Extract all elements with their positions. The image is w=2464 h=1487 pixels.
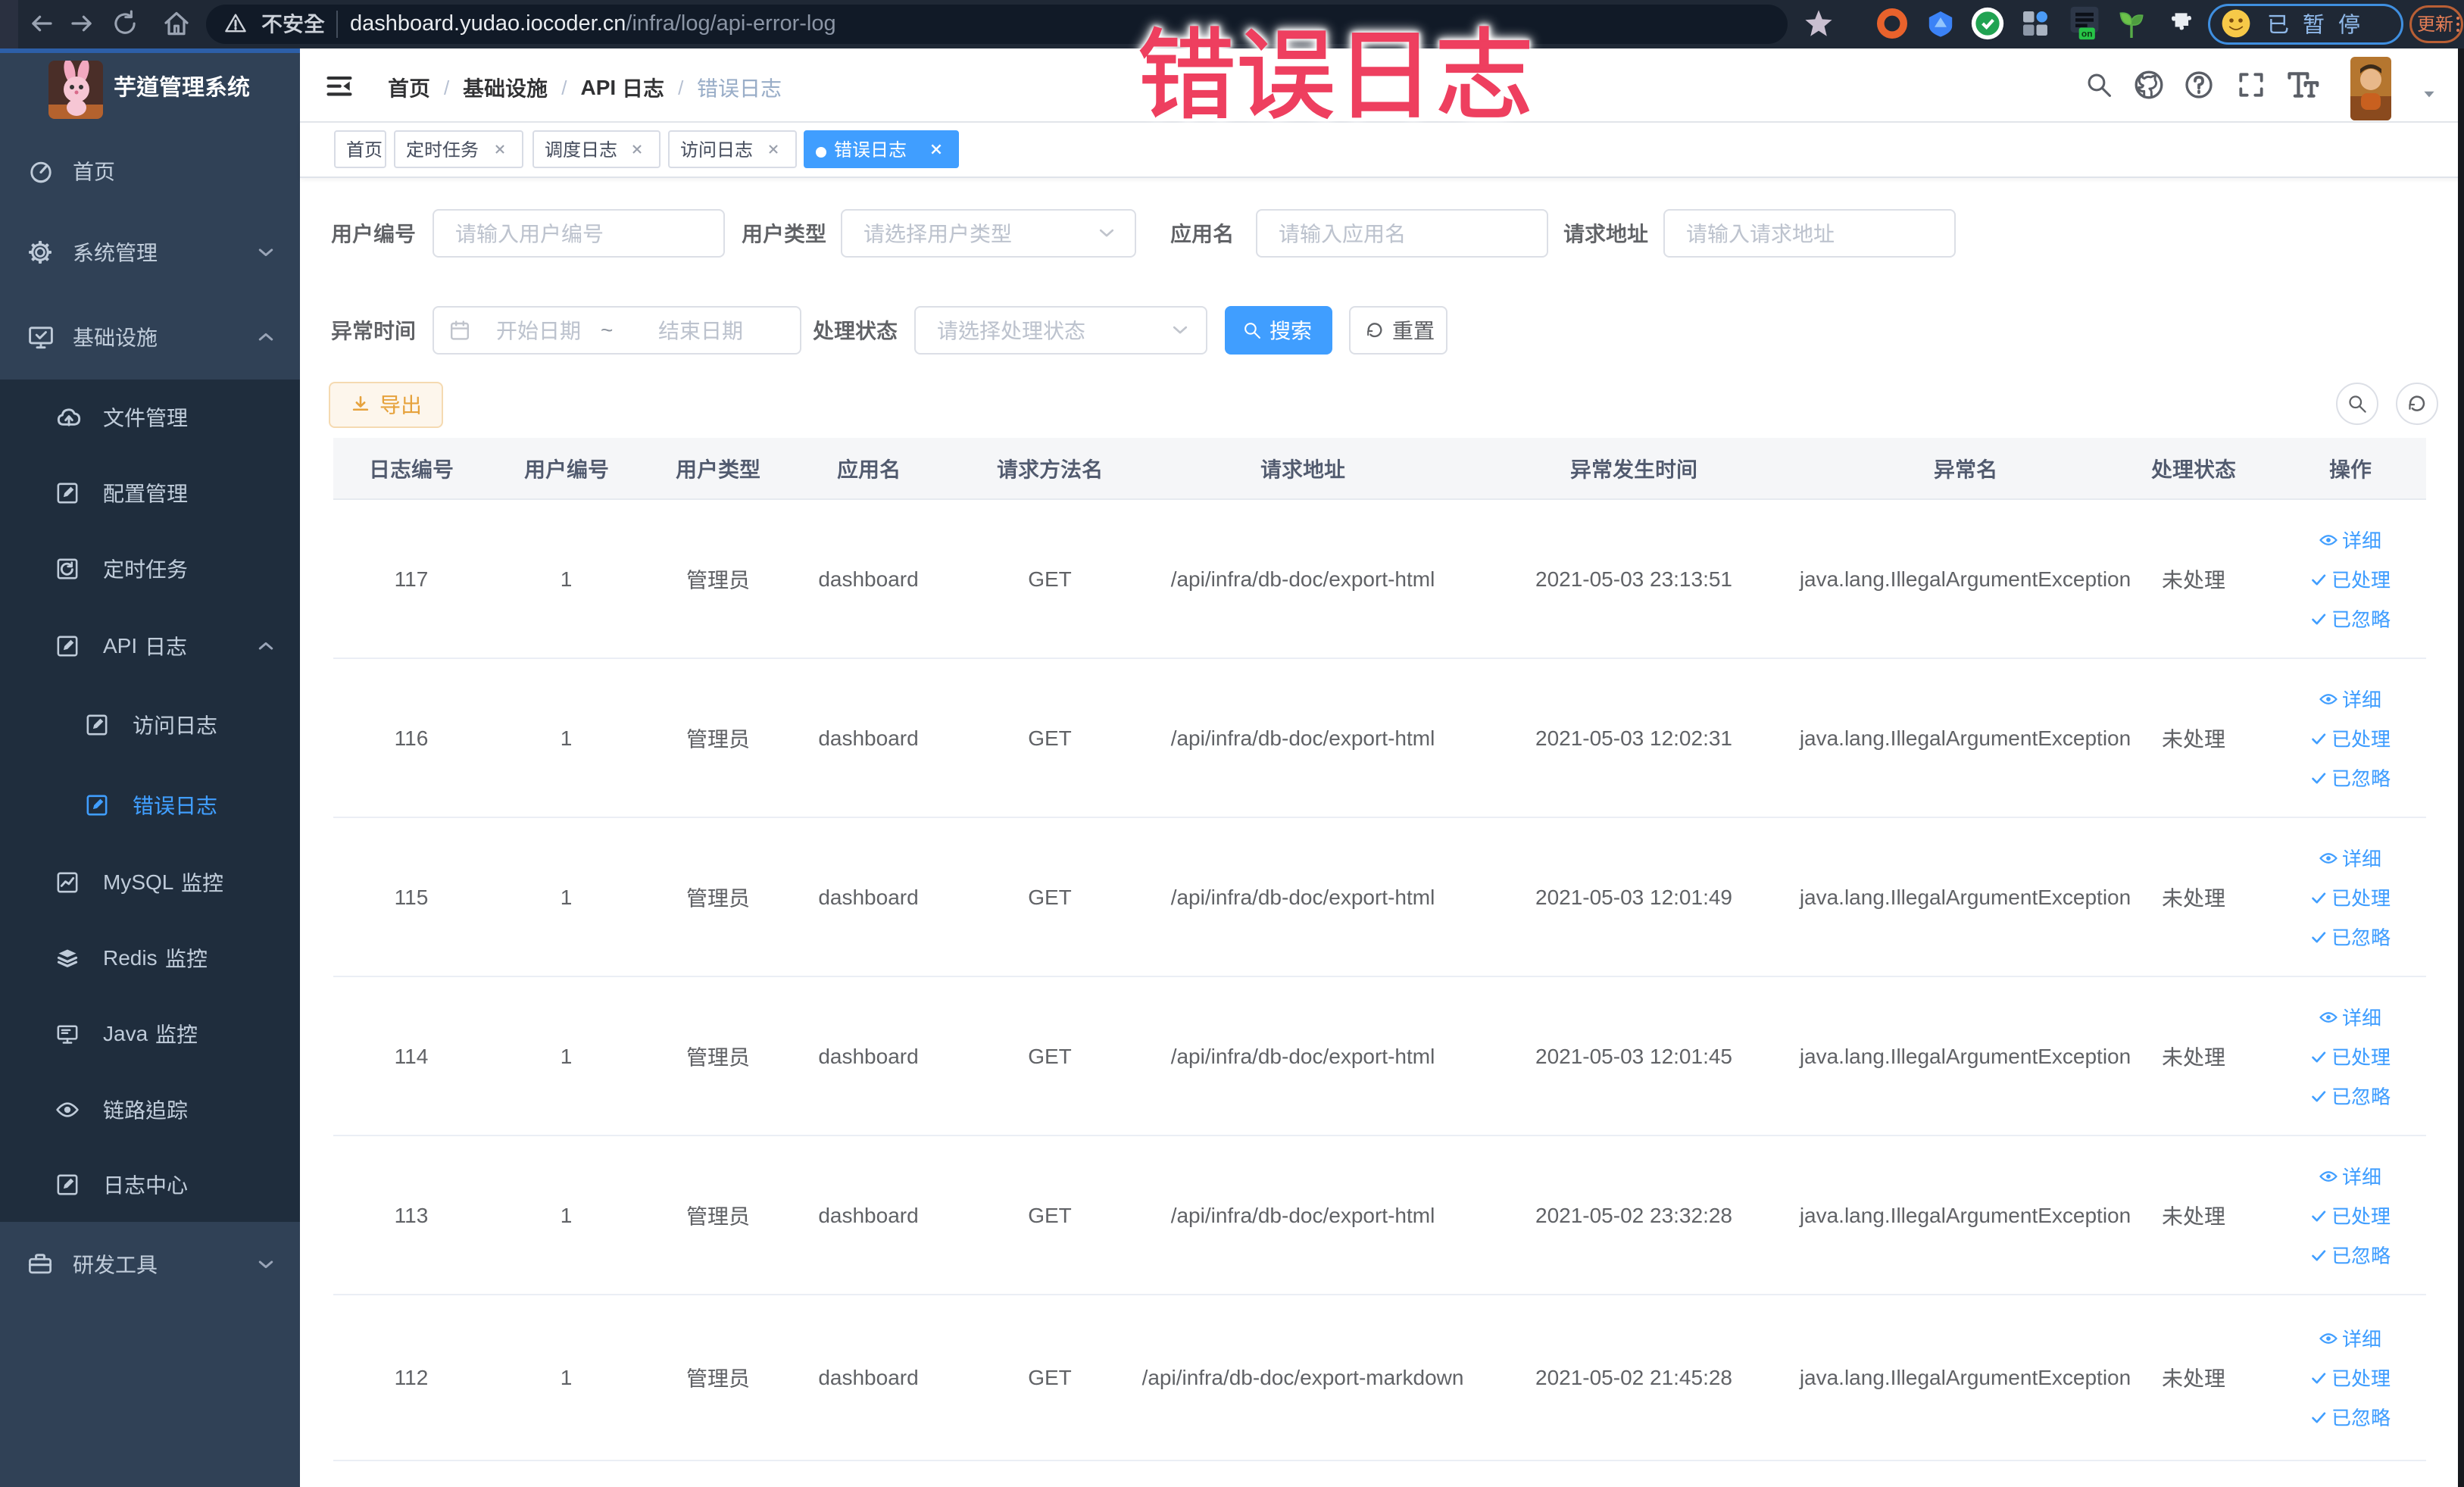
svg-text:on: on xyxy=(2081,28,2093,39)
